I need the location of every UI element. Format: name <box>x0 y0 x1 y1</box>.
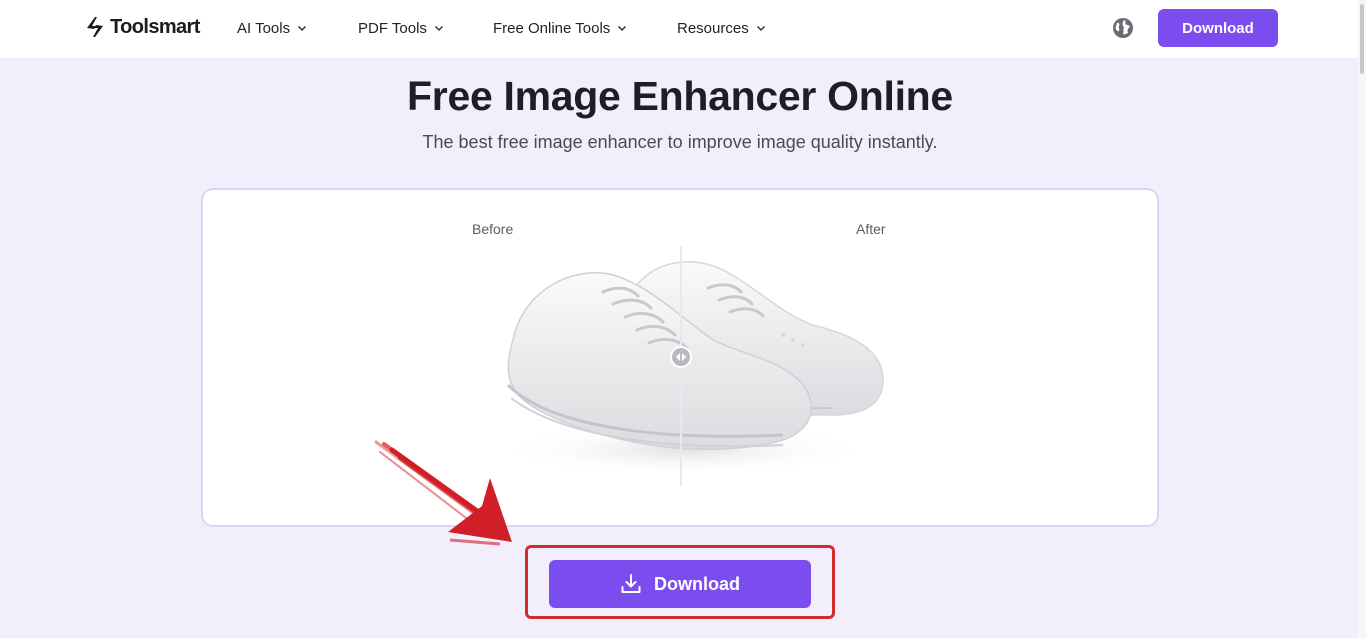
toolsmart-logo-icon <box>87 17 103 37</box>
chevron-down-icon <box>298 25 307 32</box>
arrows-left-right-icon <box>676 353 686 361</box>
download-button-label: Download <box>654 573 740 594</box>
top-navbar: Toolsmart AI Tools PDF Tools Free Online… <box>0 0 1366 59</box>
nav-label: AI Tools <box>237 19 291 37</box>
nav-free-online-tools[interactable]: Free Online Tools <box>493 18 627 38</box>
chevron-down-icon <box>434 25 443 32</box>
red-arrow-annotation-icon <box>374 440 512 546</box>
download-icon <box>621 574 641 593</box>
nav-resources[interactable]: Resources <box>677 18 766 38</box>
before-after-compare[interactable]: Before After <box>201 188 1159 527</box>
nav-label: PDF Tools <box>358 19 427 37</box>
nav-pdf-tools[interactable]: PDF Tools <box>358 18 444 38</box>
page-title: Free Image Enhancer Online <box>407 73 953 119</box>
nav-ai-tools[interactable]: AI Tools <box>237 18 307 38</box>
chevron-down-icon <box>756 25 765 32</box>
page-subtitle: The best free image enhancer to improve … <box>422 132 938 152</box>
download-button[interactable]: Download <box>549 560 811 608</box>
nav-label: Resources <box>677 19 749 37</box>
header-download-button[interactable]: Download <box>1158 9 1278 47</box>
sneakers-image <box>493 261 884 476</box>
logo-text: Toolsmart <box>110 15 200 38</box>
globe-icon[interactable] <box>1111 16 1135 40</box>
scrollbar-thumb[interactable] <box>1360 4 1364 74</box>
nav-label: Free Online Tools <box>493 19 611 37</box>
toolsmart-logo[interactable]: Toolsmart <box>84 14 200 40</box>
chevron-down-icon <box>618 25 627 32</box>
compare-handle-icon[interactable] <box>670 346 692 368</box>
